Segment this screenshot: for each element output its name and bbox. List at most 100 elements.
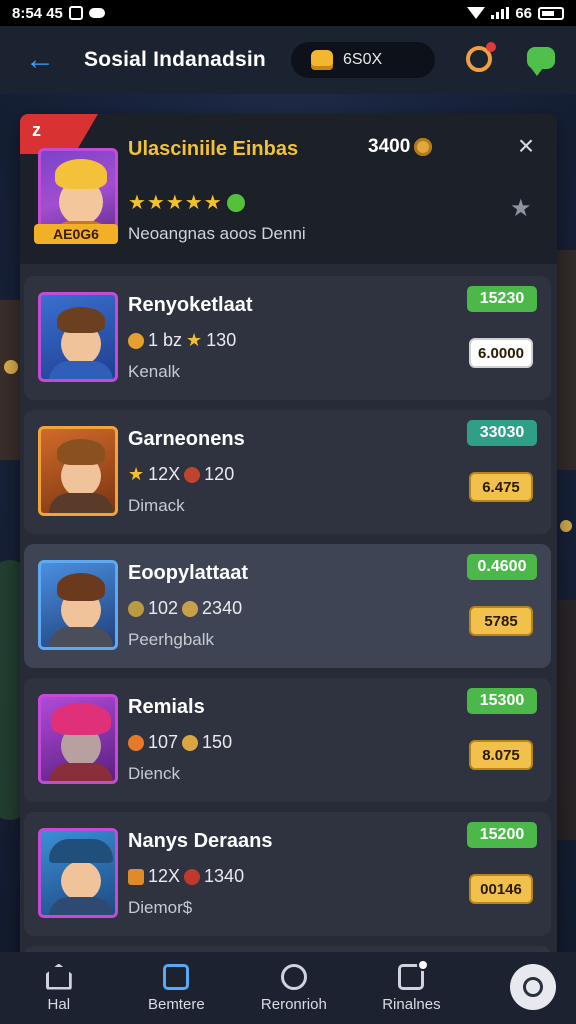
player-avatar (38, 426, 118, 516)
score-badge: 15300 (467, 688, 537, 714)
card-icon (163, 963, 190, 990)
stat-b: 1340 (204, 866, 245, 886)
player-row[interactable]: Garneonens ★ 12X 120 Dimack 33030 6.475 (24, 410, 551, 534)
player-subtitle: Dienck (128, 764, 180, 783)
coin-icon (182, 734, 199, 751)
player-stats: 102 2340 (128, 598, 242, 619)
player-subtitle: Peerhgbalk (128, 630, 215, 649)
chat-fab-button[interactable] (510, 964, 556, 1010)
stat-b: 150 (202, 732, 233, 752)
nav-label: Hal (47, 995, 71, 1013)
back-arrow-icon[interactable]: ← (22, 42, 58, 78)
nav-label: Reronrioh (260, 995, 327, 1013)
coin-balance-value: 6S0Х (343, 51, 383, 68)
nav-profile[interactable]: Reronrioh (235, 952, 353, 1024)
background-lantern (4, 360, 18, 374)
featured-rating: ★★★★★ (128, 190, 245, 215)
wifi-icon (467, 7, 486, 19)
shield-icon (128, 600, 144, 617)
score-badge: 15200 (467, 822, 537, 848)
featured-price-value: 3400 (368, 136, 411, 157)
stat-b: 120 (204, 464, 235, 484)
stat-a: 12X (148, 866, 181, 886)
nav-inbox[interactable]: Rinalnes (353, 952, 471, 1024)
stat-a: 102 (148, 598, 179, 618)
rating-stars: ★★★★★ (128, 192, 223, 214)
score-badge: 15230 (467, 286, 537, 312)
coin-bag-icon (311, 50, 333, 70)
close-icon[interactable]: × (512, 132, 540, 160)
signal-icon (491, 7, 510, 19)
notification-icon (68, 6, 83, 20)
trophy-icon (128, 332, 144, 349)
nav-label: Rinalnes (382, 995, 441, 1013)
stat-a: 1 bz (148, 330, 183, 350)
player-name: Renyoketlaat (128, 294, 253, 316)
stat-a: 12X (148, 464, 181, 484)
buy-button[interactable]: 6.0000 (469, 338, 533, 368)
player-avatar (38, 694, 118, 784)
stat-a: 107 (148, 732, 179, 752)
featured-level-badge: AE0G6 (34, 224, 118, 244)
player-avatar (38, 828, 118, 918)
status-bar: 8:54 45 66 (0, 0, 576, 26)
player-subtitle: Kenalk (128, 362, 180, 381)
bottom-navigation: Hal Bemtere Reronrioh Rinalnes (0, 952, 576, 1024)
page-title: Sosial Indanadsin (84, 48, 266, 71)
score-badge: 0.4600 (467, 554, 537, 580)
player-name: Eoopylattaat (128, 562, 249, 584)
inbox-icon (398, 958, 430, 990)
scroll-icon (128, 868, 144, 885)
leaderboard-panel: z AE0G6 Ulasciniile Einbas 3400 × ★★★★★ … (20, 114, 557, 959)
featured-price: 3400 (368, 136, 433, 158)
star-icon: ★ (128, 464, 145, 484)
fire-icon (128, 734, 144, 751)
player-stats: 107 150 (128, 732, 232, 753)
background-lantern (560, 520, 572, 532)
coin-icon (182, 600, 199, 617)
featured-title: Ulasciniile Einbas (128, 138, 299, 160)
featured-badge-text: AE0G6 (53, 226, 99, 242)
notification-bell-icon[interactable] (466, 42, 496, 72)
score-badge: 33030 (467, 420, 537, 446)
star-icon: ★ (186, 330, 203, 350)
player-stats: 1 bz ★ 130 (128, 330, 236, 351)
notification-dot (417, 958, 430, 971)
chat-icon (523, 977, 543, 997)
player-stats: ★ 12X 120 (128, 464, 234, 485)
player-name: Remials (128, 696, 205, 718)
nav-home[interactable]: Hal (0, 952, 118, 1024)
player-name: Nanys Deraans (128, 830, 273, 852)
profile-icon (280, 963, 307, 990)
player-row[interactable]: Renyoketlaat 1 bz ★ 130 Kenalk 15230 6.0… (24, 276, 551, 400)
player-row[interactable]: Eoopylattaat 102 2340 Peerhgbalk 0.4600 … (24, 544, 551, 668)
player-stats: 12X 1340 (128, 866, 244, 887)
player-avatar (38, 560, 118, 650)
ruby-icon (184, 868, 201, 885)
player-subtitle: Diemor$ (128, 898, 193, 917)
chat-bubble-icon[interactable] (527, 47, 555, 76)
status-time: 8:54 45 (12, 4, 63, 22)
home-icon (45, 963, 72, 990)
nav-members[interactable]: Bemtere (118, 952, 236, 1024)
stat-b: 2340 (202, 598, 243, 618)
player-row[interactable]: Nanys Deraans 12X 1340 Diemor$ 15200 001… (24, 812, 551, 936)
buy-button[interactable]: 6.475 (469, 472, 533, 502)
stat-b: 130 (206, 330, 237, 350)
coin-balance[interactable]: 6S0Х (291, 42, 435, 78)
battery-icon (538, 6, 564, 20)
buy-button[interactable]: 5785 (469, 606, 533, 636)
player-subtitle: Dimack (128, 496, 185, 515)
gem-icon (226, 193, 245, 212)
featured-subtitle: Neoangnas aoos Denni (128, 224, 306, 243)
player-row[interactable]: Remials 107 150 Dienck 15300 8.075 (24, 678, 551, 802)
buy-button[interactable]: 00146 (469, 874, 533, 904)
ruby-icon (184, 466, 201, 483)
player-avatar (38, 292, 118, 382)
favorite-star-icon[interactable]: ★ (510, 194, 532, 223)
featured-card[interactable]: z AE0G6 Ulasciniile Einbas 3400 × ★★★★★ … (20, 114, 557, 264)
battery-percent: 66 (515, 4, 532, 22)
app-header: ← Sosial Indanadsin 6S0Х (0, 26, 576, 94)
coin-icon (414, 138, 433, 156)
buy-button[interactable]: 8.075 (469, 740, 533, 770)
